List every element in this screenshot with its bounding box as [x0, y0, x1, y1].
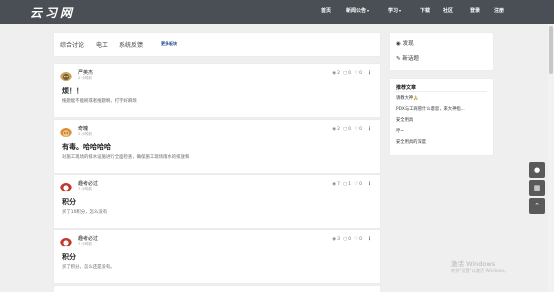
- qrcode-button[interactable]: ▦: [529, 180, 545, 196]
- nav-learn[interactable]: 学习▾: [388, 7, 401, 14]
- more-options-icon[interactable]: ⋮: [367, 126, 372, 132]
- site-logo[interactable]: 云习网: [30, 4, 75, 21]
- comment-icon: ▢: [342, 126, 348, 132]
- nav-login[interactable]: 登录: [470, 7, 480, 14]
- view-count: 2: [337, 126, 340, 132]
- view-count: 2: [337, 70, 340, 76]
- post-card[interactable]: 奇魄 2 小时前 ◉ 2 ▢ 0 ♡ 0 ⋮ 有毒。哈哈哈哈 对施工现场的排水设施进行…: [54, 120, 380, 173]
- post-stats: ◉ 7 ▢ 1 ♡ 0 ⋮: [332, 181, 372, 187]
- thumbs-up-icon[interactable]: ♡: [354, 127, 358, 132]
- forum-tabs: 综合讨论 电工 系统反馈 更多板块: [54, 33, 380, 56]
- scrollbar-thumb[interactable]: [549, 26, 553, 74]
- post-excerpt: 对施工现场的排水设施进行全面检查，确保施工现场雨水的排放和: [62, 155, 190, 160]
- post-time: 2 小时前: [78, 76, 92, 80]
- avatar[interactable]: [60, 125, 72, 137]
- post-author[interactable]: 严英杰: [78, 69, 93, 76]
- eye-icon: ◉: [332, 126, 337, 132]
- new-topic-link[interactable]: ✎ 新话题: [396, 54, 419, 62]
- post-time: 7 小时前: [78, 187, 92, 191]
- like-count: 0: [359, 70, 362, 76]
- post-author[interactable]: 趣考必过: [78, 180, 98, 187]
- section-title: 推荐文章: [396, 85, 417, 91]
- chevron-down-icon: ▾: [367, 8, 370, 13]
- post-card[interactable]: [54, 286, 380, 292]
- article-link[interactable]: PDX与工商管什么意思，来大神指...: [396, 106, 465, 112]
- avatar[interactable]: [60, 180, 72, 192]
- avatar[interactable]: [60, 69, 72, 81]
- thumbs-up-icon[interactable]: ♡: [354, 237, 358, 242]
- like-count: 0: [359, 236, 362, 242]
- comment-count: 0: [348, 126, 352, 132]
- eye-icon: ◉: [332, 70, 337, 76]
- article-link[interactable]: 安全用具: [396, 117, 413, 123]
- comment-count: 1: [348, 181, 352, 187]
- like-count: 0: [359, 126, 362, 132]
- comment-count: 0: [348, 70, 352, 76]
- article-link[interactable]: 请教大神🙏: [396, 95, 419, 101]
- post-title[interactable]: 烦！！: [62, 86, 83, 96]
- chat-button[interactable]: ●: [529, 162, 545, 178]
- post-author[interactable]: 趣考必过: [78, 235, 98, 242]
- chat-icon: ●: [533, 166, 541, 174]
- post-stats: ◉ 2 ▢ 0 ♡ 0 ⋮: [332, 126, 372, 132]
- comment-count: 0: [348, 236, 352, 242]
- eye-icon: ◉: [332, 181, 337, 187]
- post-stats: ◉ 3 ▢ 0 ♡ 0 ⋮: [332, 236, 372, 242]
- avatar[interactable]: [60, 235, 72, 247]
- post-excerpt: 搜题能不能刷或者搜题啊，打字好麻烦: [62, 99, 137, 104]
- comment-icon: ▢: [342, 181, 348, 187]
- tab-feedback[interactable]: 系统反馈: [119, 40, 143, 49]
- nav-home[interactable]: 首页: [321, 7, 331, 14]
- nav-community[interactable]: 社区: [443, 7, 453, 14]
- post-title[interactable]: 积分: [62, 252, 76, 262]
- tab-general[interactable]: 综合讨论: [60, 40, 84, 49]
- discover-link[interactable]: ◉ 发现: [396, 39, 414, 47]
- edit-icon: ✎: [396, 56, 401, 62]
- thumbs-up-icon[interactable]: ♡: [354, 71, 358, 76]
- eye-icon: ◉: [396, 41, 401, 47]
- nav-news[interactable]: 新闻公告▾: [346, 7, 369, 14]
- recommended-articles: 推荐文章 请教大神🙏 PDX与工商管什么意思，来大神指... 安全用具 哼~ 安…: [390, 79, 493, 155]
- sidebar-actions: ◉ 发现 ✎ 新话题: [390, 33, 493, 70]
- thumbs-up-icon[interactable]: ♡: [354, 182, 358, 187]
- view-count: 3: [337, 236, 340, 242]
- post-excerpt: 买了积分，怎么还是没有。: [62, 265, 115, 270]
- arrow-up-icon: ⌃: [534, 202, 540, 210]
- eye-icon: ◉: [332, 236, 337, 242]
- post-author[interactable]: 奇魄: [78, 125, 88, 132]
- nav-register[interactable]: 注册: [494, 7, 504, 14]
- more-boards-link[interactable]: 更多板块: [161, 41, 177, 47]
- nav-download[interactable]: 下载: [420, 7, 430, 14]
- post-time: 7 小时前: [78, 242, 92, 246]
- tab-electric[interactable]: 电工: [96, 40, 108, 49]
- post-title[interactable]: 有毒。哈哈哈哈: [62, 142, 111, 152]
- post-title[interactable]: 积分: [62, 197, 76, 207]
- post-excerpt: 买了10积分，怎么没有: [62, 210, 108, 215]
- more-options-icon[interactable]: ⋮: [367, 236, 372, 242]
- top-navbar: 云习网 首页 新闻公告▾ 学习▾ 下载 社区 登录 注册: [0, 0, 554, 24]
- more-options-icon[interactable]: ⋮: [367, 181, 372, 187]
- more-options-icon[interactable]: ⋮: [367, 70, 372, 76]
- article-link[interactable]: 哼~: [396, 128, 404, 134]
- qrcode-icon: ▦: [533, 184, 541, 192]
- divider: [396, 91, 487, 92]
- chevron-down-icon: ▾: [399, 8, 402, 13]
- post-card[interactable]: 趣考必过 7 小时前 ◉ 7 ▢ 1 ♡ 0 ⋮ 积分 买了10积分，怎么没有: [54, 175, 380, 228]
- post-card[interactable]: 趣考必过 7 小时前 ◉ 3 ▢ 0 ♡ 0 ⋮ 积分 买了积分，怎么还是没有。: [54, 230, 380, 283]
- comment-icon: ▢: [342, 70, 348, 76]
- activation-watermark-text: 转到"设置"以激活 Windows。: [451, 268, 509, 273]
- post-card[interactable]: 严英杰 2 小时前 ◉ 2 ▢ 0 ♡ 0 ⋮ 烦！！ 搜题能不能刷或者搜题啊，打字好…: [54, 64, 380, 117]
- activation-watermark-title: 激活 Windows: [451, 260, 496, 268]
- comment-icon: ▢: [342, 236, 348, 242]
- post-stats: ◉ 2 ▢ 0 ♡ 0 ⋮: [332, 70, 372, 76]
- like-count: 0: [359, 181, 362, 187]
- view-count: 7: [337, 181, 340, 187]
- article-link[interactable]: 安全用具的深度: [396, 139, 426, 145]
- back-to-top-button[interactable]: ⌃: [529, 198, 545, 214]
- post-time: 2 小时前: [78, 132, 92, 136]
